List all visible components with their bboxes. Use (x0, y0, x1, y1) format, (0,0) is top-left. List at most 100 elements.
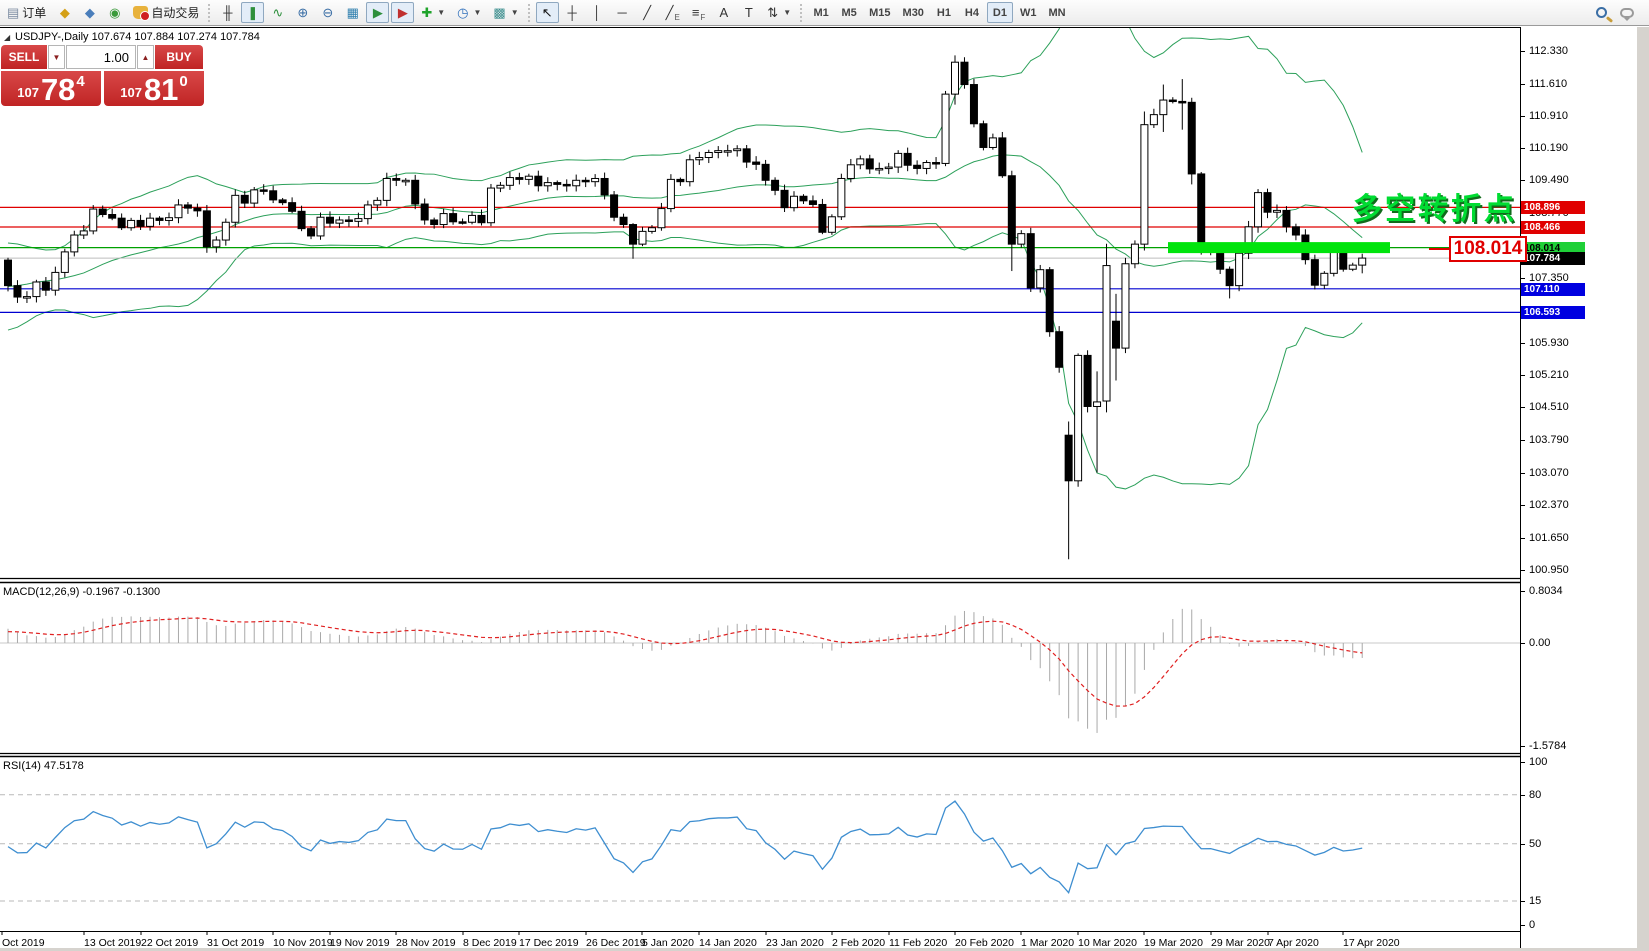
hline-button[interactable]: ─ (611, 2, 634, 23)
tf-w1[interactable]: W1 (1015, 2, 1042, 23)
toolbar-separator (800, 4, 804, 22)
zoom-in-button[interactable]: ⊕ (291, 2, 314, 23)
highlight-level-bar[interactable] (1168, 242, 1390, 253)
price-axis[interactable]: 112.330111.610110.910110.190109.490108.7… (1520, 27, 1637, 948)
new-order-button[interactable]: ▤订单 (2, 2, 51, 23)
signal-icon-button[interactable]: ◉ (103, 2, 126, 23)
time-axis[interactable]: Oct 201913 Oct 201922 Oct 201931 Oct 201… (0, 931, 1520, 948)
price-tick-label: 105.210 (1529, 369, 1569, 381)
tf-mn[interactable]: MN (1043, 2, 1070, 23)
trendline-icon: ╱ (643, 6, 651, 19)
ask-price-big-figure: 107 (120, 85, 142, 100)
tf-m15-label: M15 (869, 7, 890, 19)
zoom-in-icon: ⊕ (297, 6, 308, 19)
autotrade-button[interactable]: 自动交易 (128, 2, 204, 23)
time-axis-label: 7 Apr 2020 (1268, 937, 1319, 948)
bid-price-button[interactable]: 107 78 4 (1, 71, 101, 106)
trendline-button[interactable]: ╱ (636, 2, 659, 23)
tf-m1[interactable]: M1 (808, 2, 834, 23)
macd-tick-mark (1521, 746, 1525, 747)
auto-scroll-button[interactable]: ▶ (366, 2, 389, 23)
candlestick-button[interactable]: ❚ (241, 2, 264, 23)
rsi-scale-label: 50 (1529, 838, 1541, 850)
zoom-out-button[interactable]: ⊖ (316, 2, 339, 23)
macd-indicator-label: MACD(12,26,9) -0.1967 -0.1300 (3, 586, 160, 598)
price-tick-mark (1521, 51, 1525, 52)
tile-windows-icon: ▦ (347, 6, 359, 19)
volume-input[interactable]: 1.00 (66, 45, 136, 69)
price-tick-mark (1521, 116, 1525, 117)
collapse-icon[interactable]: ◢ (4, 33, 10, 42)
price-chart[interactable]: Oct 201913 Oct 201922 Oct 201931 Oct 201… (0, 27, 1520, 948)
price-tick-mark (1521, 538, 1525, 539)
template-button[interactable]: ▩▼ (488, 2, 523, 23)
price-tick-mark (1521, 180, 1525, 181)
time-axis-label: Oct 2019 (2, 937, 45, 948)
chevron-down-icon: ▼ (783, 8, 791, 17)
ask-price-button[interactable]: 107 81 0 (104, 71, 204, 106)
bar-chart-button[interactable]: ╫ (216, 2, 239, 23)
label-button[interactable]: T (737, 2, 760, 23)
time-axis-label: 17 Apr 2020 (1343, 937, 1400, 948)
time-axis-label: 23 Jan 2020 (766, 937, 824, 948)
ask-price-point: 0 (179, 73, 187, 90)
macd-scale-label: -1.5784 (1529, 740, 1566, 752)
price-tick-label: 101.650 (1529, 532, 1569, 544)
tf-m15[interactable]: M15 (864, 2, 895, 23)
candlestick-icon: ❚ (247, 6, 258, 19)
time-axis-label: 10 Nov 2019 (273, 937, 333, 948)
price-badge: 107.784 (1521, 252, 1585, 265)
time-axis-label: 5 Jan 2020 (642, 937, 694, 948)
tf-h4-label: H4 (965, 7, 979, 19)
cursor-button[interactable]: ↖ (536, 2, 559, 23)
ask-price-pips: 81 (144, 75, 178, 104)
time-axis-label: 19 Nov 2019 (330, 937, 390, 948)
line-chart-icon: ∿ (272, 6, 283, 19)
crosshair-button[interactable]: ┼ (561, 2, 584, 23)
volume-up-button[interactable]: ▲ (137, 45, 154, 69)
price-tick-label: 104.510 (1529, 401, 1569, 413)
icon-sub-label: E (674, 13, 679, 22)
macd-scale-label: 0.8034 (1529, 585, 1563, 597)
rsi-scale-label: 100 (1529, 756, 1547, 768)
template-icon: ▩ (493, 6, 505, 19)
tf-mn-label: MN (1048, 7, 1065, 19)
tf-h1[interactable]: H1 (931, 2, 957, 23)
volume-down-button[interactable]: ▼ (48, 45, 65, 69)
channel-button[interactable]: ╱E (661, 2, 685, 23)
time-axis-label: 28 Nov 2019 (396, 937, 456, 948)
sell-button[interactable]: SELL (1, 45, 47, 69)
hline-icon: ─ (618, 6, 627, 19)
tf-h4[interactable]: H4 (959, 2, 985, 23)
tf-w1-label: W1 (1020, 7, 1037, 19)
rsi-scale-label: 80 (1529, 789, 1541, 801)
tile-windows-button[interactable]: ▦ (341, 2, 364, 23)
buy-button[interactable]: BUY (155, 45, 203, 69)
bid-price-pips: 78 (41, 75, 75, 104)
rsi-tick-mark (1521, 762, 1525, 763)
chat-button[interactable] (1615, 2, 1639, 23)
tf-d1[interactable]: D1 (987, 2, 1013, 23)
rsi-tick-mark (1521, 795, 1525, 796)
text-button[interactable]: A (712, 2, 735, 23)
new-chart-button[interactable]: ✚▼ (416, 2, 450, 23)
chart-shift-button[interactable]: ▶ (391, 2, 414, 23)
bid-price-big-figure: 107 (17, 85, 39, 100)
bar-chart-icon: ╫ (223, 6, 232, 19)
search-button[interactable] (1590, 2, 1613, 23)
time-axis-label: 19 Mar 2020 (1144, 937, 1203, 948)
price-tick-label: 110.910 (1529, 110, 1568, 122)
fibonacci-button[interactable]: ≡F (687, 2, 710, 23)
price-tick-mark (1521, 278, 1525, 279)
tf-m5[interactable]: M5 (836, 2, 862, 23)
line-chart-button[interactable]: ∿ (266, 2, 289, 23)
vline-button[interactable]: │ (586, 2, 609, 23)
tf-m30[interactable]: M30 (898, 2, 929, 23)
autotrade-button-label: 自动交易 (151, 4, 199, 21)
gold-icon-button[interactable]: ◆ (53, 2, 76, 23)
period-button[interactable]: ◷▼ (452, 2, 486, 23)
new-chart-icon: ✚ (421, 6, 432, 19)
news-icon-button[interactable]: ◆ (78, 2, 101, 23)
arrows-button[interactable]: ⇅▼ (762, 2, 796, 23)
rsi-tick-mark (1521, 925, 1525, 926)
